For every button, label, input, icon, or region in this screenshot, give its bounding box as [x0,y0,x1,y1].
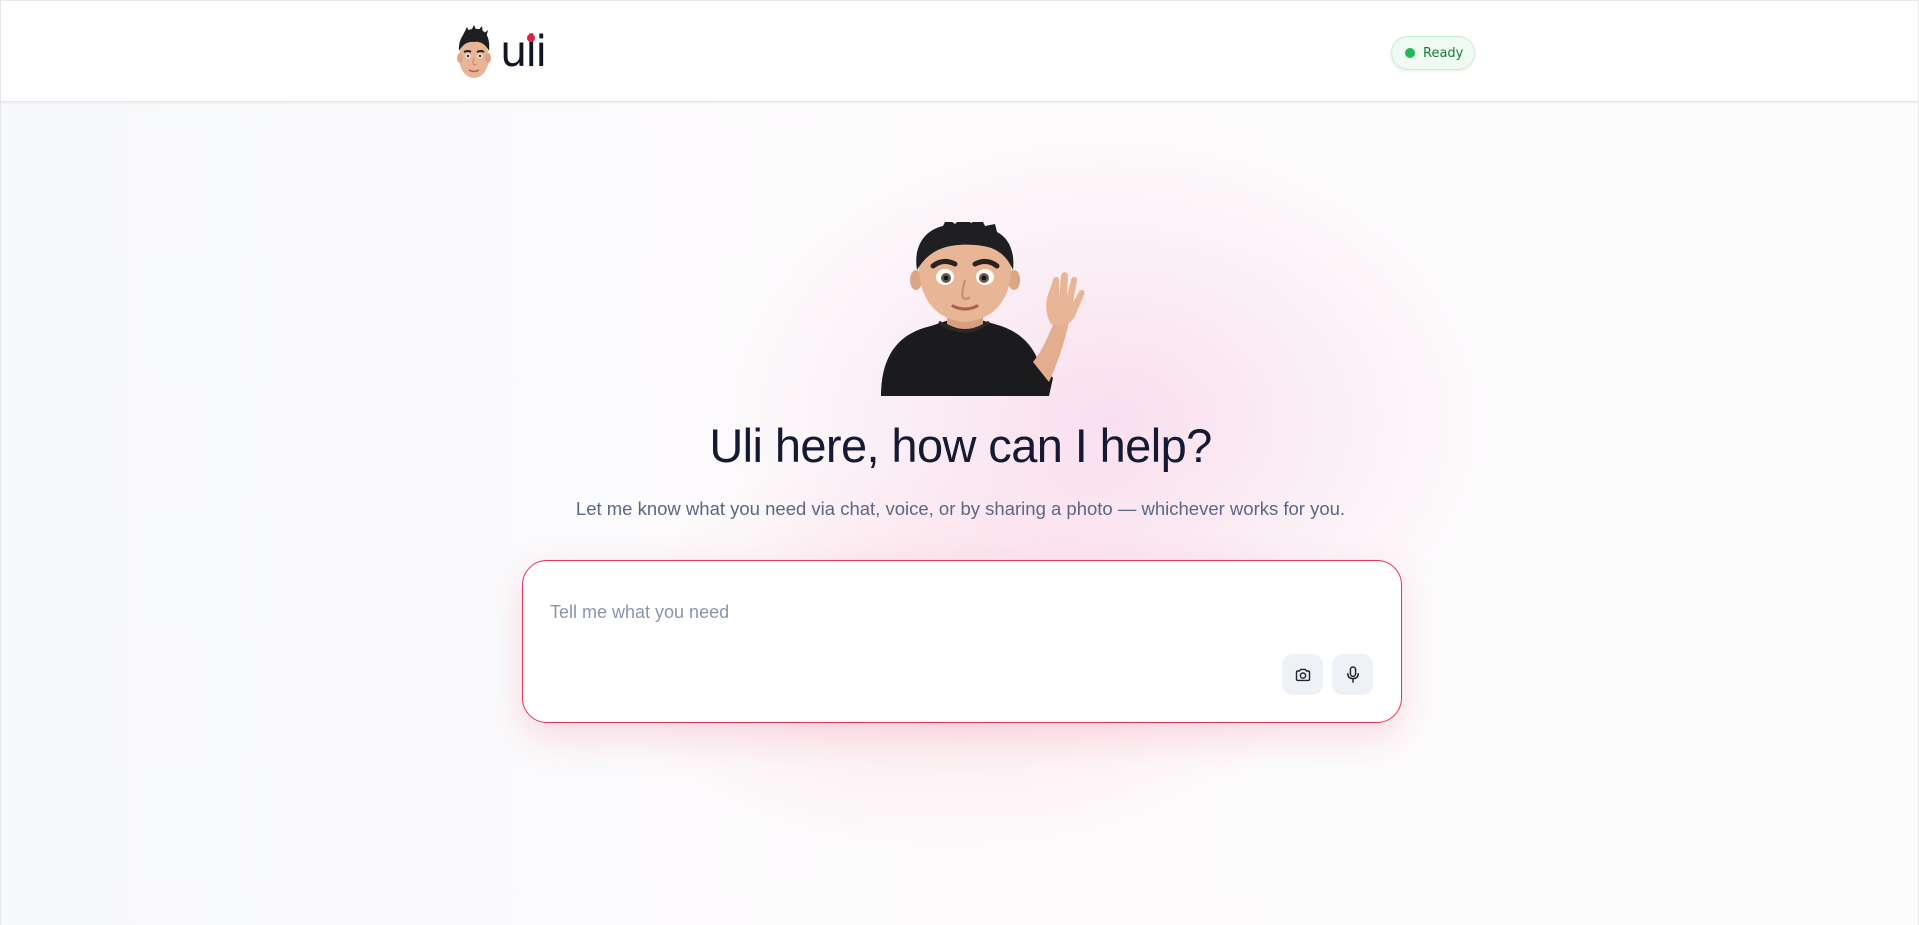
waving-man-illustration [881,222,1085,396]
app-page: uli Ready Uli here, how can I help? Let … [0,0,1919,925]
message-input[interactable] [550,597,1350,627]
camera-button[interactable] [1282,654,1323,695]
page-headline: Uli here, how can I help? [709,419,1212,472]
message-composer [522,560,1402,723]
brand-accent-dot [527,34,535,42]
avatar-face-icon [457,25,491,78]
brand-name: uli [500,26,547,77]
status-label: Ready [1423,45,1464,61]
microphone-button[interactable] [1332,654,1373,695]
microphone-icon [1346,666,1359,683]
top-header: uli Ready [1,0,1918,102]
status-dot-icon [1405,48,1415,58]
page-subheadline: Let me know what you need via chat, voic… [575,498,1346,519]
status-badge: Ready [1391,36,1475,70]
camera-icon [1295,668,1310,681]
